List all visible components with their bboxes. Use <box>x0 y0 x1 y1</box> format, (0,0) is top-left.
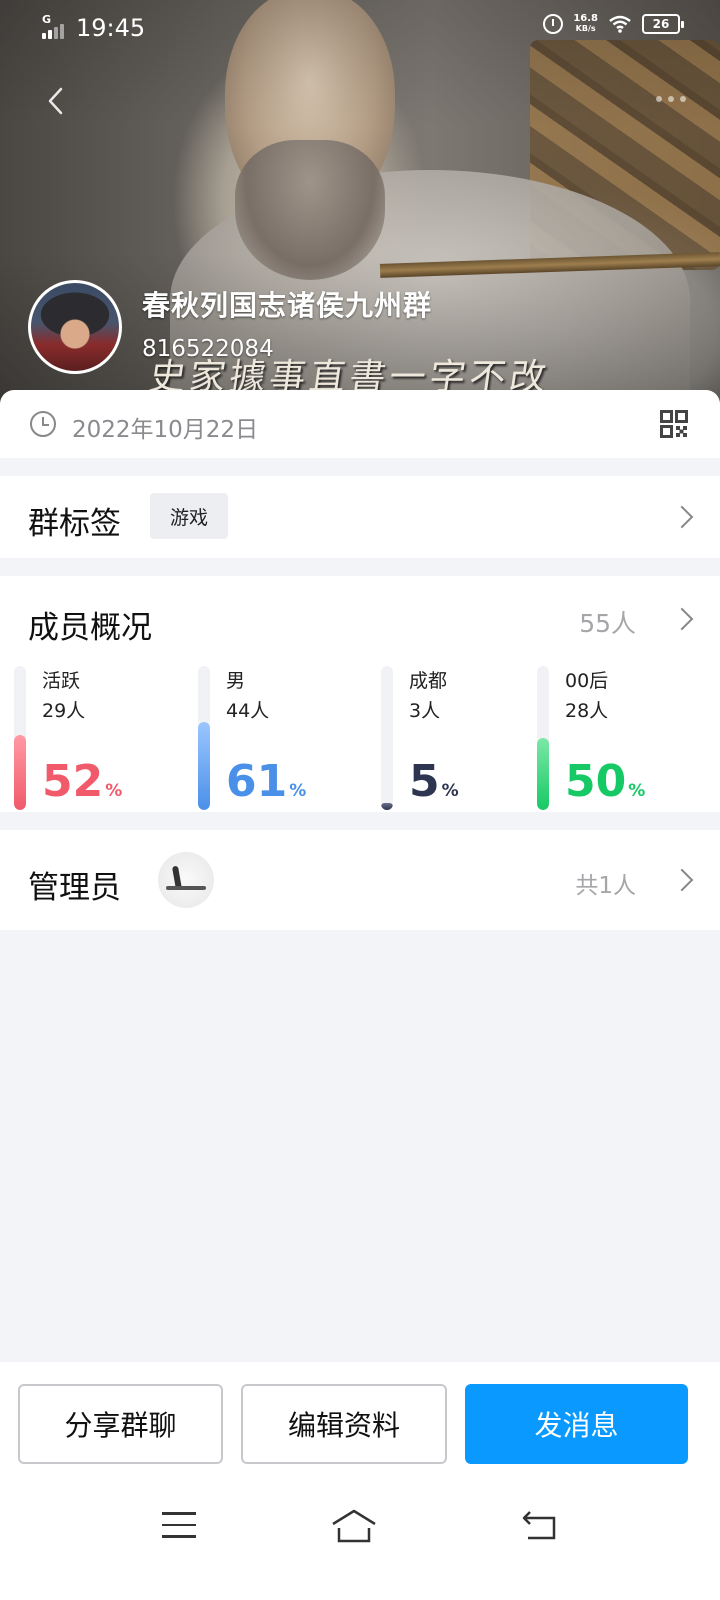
group-tags-title: 群标签 <box>28 506 121 542</box>
group-tags-row[interactable]: 群标签 游戏 <box>0 476 720 558</box>
stat-percent-value: 61 <box>226 756 288 807</box>
status-time: 19:45 <box>76 14 146 42</box>
stat-bar-fill <box>14 735 26 810</box>
stat-bar-fill <box>198 722 210 810</box>
stat-percent: 5% <box>409 758 459 815</box>
home-icon[interactable] <box>330 1508 378 1544</box>
network-type: G <box>42 13 52 26</box>
stat-bar-track <box>198 666 210 810</box>
stat-label: 00后 <box>565 670 609 692</box>
stat-percent-value: 50 <box>565 756 627 807</box>
action-bar: 分享群聊 编辑资料 发消息 <box>0 1362 720 1482</box>
stat-bar-track <box>381 666 393 810</box>
stat-label: 成都 <box>409 670 448 692</box>
chevron-right-icon <box>670 868 694 892</box>
creation-date: 2022年10月22日 <box>72 417 259 443</box>
more-options-icon[interactable] <box>656 96 686 102</box>
admins-title: 管理员 <box>28 870 121 906</box>
group-info-card: 2022年10月22日 <box>0 390 720 458</box>
stat-bar-track <box>14 666 26 810</box>
members-overview-title: 成员概况 <box>28 610 152 646</box>
share-group-button[interactable]: 分享群聊 <box>18 1384 223 1464</box>
back-nav-icon[interactable] <box>520 1510 560 1542</box>
stat-percent: 52% <box>42 758 122 815</box>
stat-active: 活跃 29人 52% <box>14 666 184 812</box>
stat-percent-value: 52 <box>42 756 104 807</box>
alarm-icon <box>543 14 564 34</box>
menu-icon[interactable] <box>162 1512 196 1538</box>
group-name: 春秋列国志诸侯九州群 <box>142 289 433 322</box>
percent-sign: % <box>441 781 459 801</box>
stat-count: 3人 <box>409 700 441 722</box>
stat-city: 成都 3人 5% <box>381 666 551 812</box>
stat-age-group: 00后 28人 50% <box>537 666 707 812</box>
system-nav-bar <box>0 1482 720 1600</box>
member-total-count: 55人 <box>579 609 636 638</box>
edit-info-button[interactable]: 编辑资料 <box>241 1384 447 1464</box>
percent-sign: % <box>289 781 307 801</box>
stat-male: 男 44人 61% <box>198 666 368 812</box>
members-overview-card[interactable]: 成员概况 55人 活跃 29人 52% 男 44人 61% 成都 3人 5% 0… <box>0 576 720 812</box>
network-speed-unit: KB/s <box>575 24 596 33</box>
stat-bar-fill <box>381 803 393 810</box>
percent-sign: % <box>105 781 123 801</box>
network-speed: 16.8 KB/s <box>573 14 598 34</box>
stat-count: 29人 <box>42 700 86 722</box>
back-arrow-icon[interactable] <box>42 86 72 116</box>
send-message-button[interactable]: 发消息 <box>465 1384 688 1464</box>
group-avatar[interactable] <box>28 280 122 374</box>
stat-bar-track <box>537 666 549 810</box>
stat-label: 活跃 <box>42 670 81 692</box>
group-tag-chip: 游戏 <box>150 493 229 539</box>
admin-count: 共1人 <box>575 873 636 899</box>
network-speed-value: 16.8 <box>573 13 598 24</box>
stat-bar-fill <box>537 738 549 810</box>
status-bar: G 19:45 16.8 KB/s 26 <box>0 0 720 56</box>
stat-count: 28人 <box>565 700 609 722</box>
stat-percent: 61% <box>226 758 306 815</box>
stat-count: 44人 <box>226 700 270 722</box>
wifi-icon <box>609 15 631 33</box>
stat-label: 男 <box>226 670 246 692</box>
admins-row[interactable]: 管理员 共1人 <box>0 830 720 930</box>
stat-percent-value: 5 <box>409 756 440 807</box>
stat-percent: 50% <box>565 758 645 815</box>
qr-code-icon[interactable] <box>660 410 688 438</box>
percent-sign: % <box>628 781 646 801</box>
chevron-right-icon <box>670 505 694 529</box>
battery-icon: 26 <box>642 14 684 34</box>
admin-avatar[interactable] <box>158 852 214 908</box>
signal-icon: G <box>40 13 68 39</box>
clock-icon <box>30 411 56 437</box>
battery-level: 26 <box>652 17 670 31</box>
chevron-right-icon <box>670 607 694 631</box>
group-id: 816522084 <box>142 336 274 362</box>
